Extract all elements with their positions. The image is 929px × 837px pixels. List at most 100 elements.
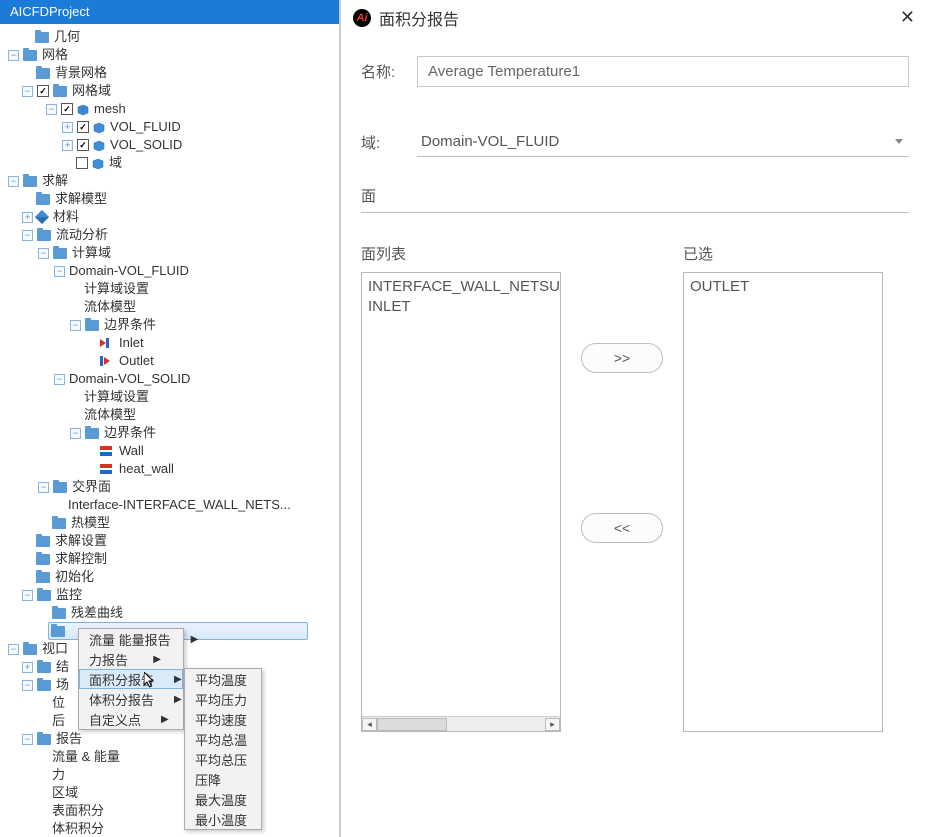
domain-dropdown[interactable]: Domain-VOL_FLUID — [417, 127, 909, 157]
app-icon: Ai — [353, 9, 371, 27]
folder-icon — [85, 428, 99, 439]
tree-node-solve-settings[interactable]: 求解设置 — [4, 532, 339, 550]
tree-node-solve[interactable]: − 求解 — [4, 172, 339, 190]
menu-volume-integral-report[interactable]: 体积分报告▶ — [79, 689, 183, 709]
list-item[interactable]: INTERFACE_WALL_NETSU — [366, 277, 556, 297]
collapse-icon[interactable]: − — [70, 428, 81, 439]
tree-node-material[interactable]: + 材料 — [4, 208, 339, 226]
tree-node-bg-mesh[interactable]: 背景网格 — [4, 64, 339, 82]
collapse-icon[interactable]: − — [22, 86, 33, 97]
expand-icon[interactable]: + — [22, 662, 33, 673]
submenu-max-temp[interactable]: 最大温度 — [185, 789, 261, 809]
folder-icon — [36, 554, 50, 565]
checkbox[interactable] — [37, 85, 49, 97]
tree-node-rep-region[interactable]: 区域 — [4, 784, 339, 802]
submenu-avg-temp[interactable]: 平均温度 — [185, 669, 261, 689]
horizontal-scrollbar[interactable]: ◂ ▸ — [362, 716, 560, 731]
collapse-icon[interactable]: − — [54, 374, 65, 385]
tree-node-dom-solid[interactable]: − Domain-VOL_SOLID — [4, 370, 339, 388]
submenu-arrow-icon: ▶ — [153, 654, 161, 665]
tree-node-rep-force[interactable]: 力 — [4, 766, 339, 784]
collapse-icon[interactable]: − — [8, 50, 19, 61]
submenu-avg-total-press[interactable]: 平均总压 — [185, 749, 261, 769]
tree-node-inlet[interactable]: Inlet — [4, 334, 339, 352]
folder-icon — [51, 626, 65, 637]
scroll-left-button[interactable]: ◂ — [362, 718, 377, 731]
submenu-min-temp[interactable]: 最小温度 — [185, 809, 261, 829]
expand-icon[interactable]: + — [22, 212, 33, 223]
tree-node-fluid-model-solid[interactable]: 流体模型 — [4, 406, 339, 424]
tree-node-init[interactable]: 初始化 — [4, 568, 339, 586]
tree-node-bc-solid[interactable]: − 边界条件 — [4, 424, 339, 442]
tree-node-rep-surface-int[interactable]: 表面积分 — [4, 802, 339, 820]
tree-node-calc-settings-solid[interactable]: 计算域设置 — [4, 388, 339, 406]
tree-node-calc-domain[interactable]: − 计算域 — [4, 244, 339, 262]
tree-node-heat-wall[interactable]: heat_wall — [4, 460, 339, 478]
tree-node-rep-volume-int[interactable]: 体积积分 — [4, 820, 339, 837]
menu-flow-energy-report[interactable]: 流量 能量报告▶ — [79, 629, 183, 649]
menu-force-report[interactable]: 力报告▶ — [79, 649, 183, 669]
checkbox[interactable] — [61, 103, 73, 115]
collapse-icon[interactable]: − — [38, 482, 49, 493]
submenu-avg-vel[interactable]: 平均速度 — [185, 709, 261, 729]
tree-node-interface-item[interactable]: Interface-INTERFACE_WALL_NETS... — [4, 496, 339, 514]
tree-node-mesh-domain[interactable]: − 网格域 — [4, 82, 339, 100]
tree-node-rep-flow-energy[interactable]: 流量 & 能量 — [4, 748, 339, 766]
tree-node-bc-fluid[interactable]: − 边界条件 — [4, 316, 339, 334]
collapse-icon[interactable]: − — [22, 590, 33, 601]
tree-node-fluid-model[interactable]: 流体模型 — [4, 298, 339, 316]
scroll-right-button[interactable]: ▸ — [545, 718, 560, 731]
checkbox[interactable] — [77, 121, 89, 133]
collapse-icon[interactable]: − — [22, 680, 33, 691]
collapse-icon[interactable]: − — [22, 230, 33, 241]
tree-node-dom-fluid[interactable]: − Domain-VOL_FLUID — [4, 262, 339, 280]
tree-node-flow-analysis[interactable]: − 流动分析 — [4, 226, 339, 244]
tree-node-thermal-model[interactable]: 热模型 — [4, 514, 339, 532]
menu-custom-point[interactable]: 自定义点▶ — [79, 709, 183, 729]
selected-faces-listbox[interactable]: OUTLET — [683, 272, 883, 732]
tree-node-solve-model[interactable]: 求解模型 — [4, 190, 339, 208]
submenu-avg-total-temp[interactable]: 平均总温 — [185, 729, 261, 749]
list-item[interactable]: OUTLET — [688, 277, 878, 297]
tree-node-report[interactable]: − 报告 — [4, 730, 339, 748]
tree-node-solve-control[interactable]: 求解控制 — [4, 550, 339, 568]
collapse-icon[interactable]: − — [54, 266, 65, 277]
list-item[interactable]: INLET — [366, 297, 556, 317]
expand-icon[interactable]: + — [62, 122, 73, 133]
tree-node-domain-extra[interactable]: 域 — [4, 154, 339, 172]
checkbox[interactable] — [77, 139, 89, 151]
collapse-icon[interactable]: − — [70, 320, 81, 331]
collapse-icon[interactable]: − — [38, 248, 49, 259]
submenu-press-drop[interactable]: 压降 — [185, 769, 261, 789]
tree-node-interface[interactable]: − 交界面 — [4, 478, 339, 496]
name-input[interactable] — [417, 56, 909, 87]
scroll-track[interactable] — [377, 718, 545, 731]
tree-node-geom[interactable]: 几何 — [4, 28, 339, 46]
tree-node-vol-solid[interactable]: + VOL_SOLID — [4, 136, 339, 154]
collapse-icon[interactable]: − — [22, 734, 33, 745]
expand-icon[interactable]: + — [62, 140, 73, 151]
tree-node-vol-fluid[interactable]: + VOL_FLUID — [4, 118, 339, 136]
collapse-icon[interactable]: − — [8, 644, 19, 655]
tree-node-wall[interactable]: Wall — [4, 442, 339, 460]
collapse-icon[interactable]: − — [8, 176, 19, 187]
submenu-avg-press[interactable]: 平均压力 — [185, 689, 261, 709]
remove-from-selected-button[interactable]: << — [581, 513, 663, 543]
folder-icon — [23, 50, 37, 61]
folder-icon — [37, 590, 51, 601]
tree-node-mesh[interactable]: − 网格 — [4, 46, 339, 64]
close-button[interactable]: ✕ — [900, 8, 915, 26]
collapse-icon[interactable]: − — [46, 104, 57, 115]
menu-area-integral-report[interactable]: 面积分报告▶ — [79, 669, 183, 689]
add-to-selected-button[interactable]: >> — [581, 343, 663, 373]
tree-node-mesh-item[interactable]: − mesh — [4, 100, 339, 118]
scroll-thumb[interactable] — [377, 718, 447, 731]
tree-node-outlet[interactable]: Outlet — [4, 352, 339, 370]
tree-node-calc-settings[interactable]: 计算域设置 — [4, 280, 339, 298]
dialog-titlebar: Ai 面积分报告 ✕ — [341, 0, 929, 36]
wall-icon — [100, 445, 114, 457]
tree-node-residual[interactable]: 残差曲线 — [4, 604, 339, 622]
checkbox[interactable] — [76, 157, 88, 169]
tree-node-monitor[interactable]: − 监控 — [4, 586, 339, 604]
available-faces-listbox[interactable]: INTERFACE_WALL_NETSUINLET ◂ ▸ — [361, 272, 561, 732]
